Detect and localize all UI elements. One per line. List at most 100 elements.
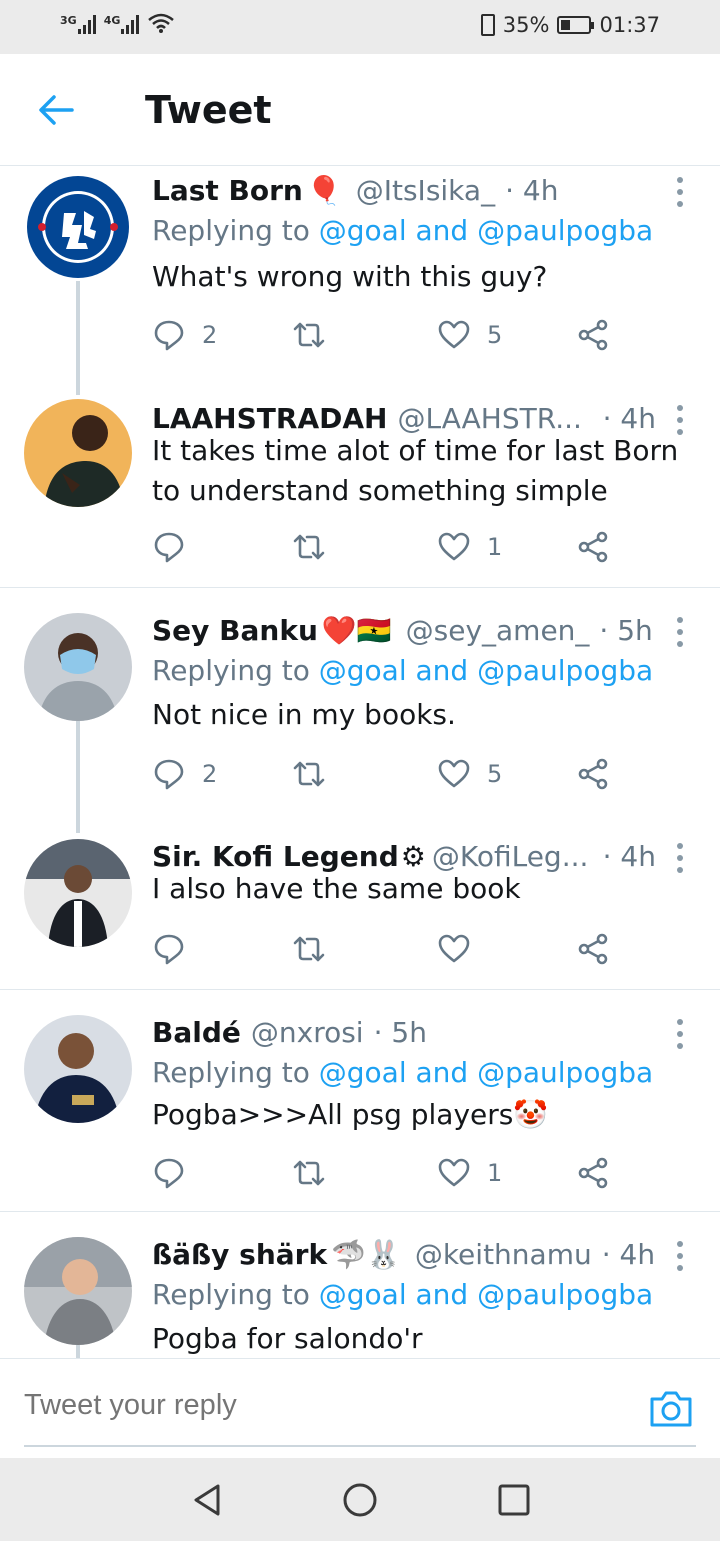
reply-button[interactable] <box>152 527 202 567</box>
battery-percent: 35% <box>502 13 550 37</box>
reply-feed[interactable]: Last Born 🎈 @ItsIsika_ · 4h Replying to … <box>0 167 720 1358</box>
tweet-text: Pogba>>>All psg players🤡 <box>152 1098 549 1131</box>
chelsea-crest-icon <box>24 173 132 281</box>
camera-icon[interactable] <box>648 1387 694 1429</box>
avatar[interactable] <box>24 839 132 947</box>
reply-count: 2 <box>202 321 218 349</box>
avatar[interactable] <box>24 1237 132 1345</box>
display-name[interactable]: Last Born <box>152 173 303 209</box>
share-icon <box>578 1157 608 1189</box>
replying-to-prefix: Replying to <box>152 214 310 247</box>
user-photo-icon <box>24 613 132 721</box>
retweet-button[interactable] <box>292 929 342 969</box>
reply-icon <box>154 1158 184 1189</box>
share-button[interactable] <box>576 527 610 567</box>
tweet-card[interactable]: Last Born 🎈 @ItsIsika_ · 4h Replying to … <box>0 167 720 395</box>
input-underline <box>24 1445 696 1447</box>
more-options-icon[interactable] <box>672 1241 688 1271</box>
replying-to-prefix: Replying to <box>152 1278 310 1311</box>
signal-bars-icon <box>121 14 140 34</box>
heart-icon <box>438 532 470 561</box>
replying-to-mentions[interactable]: @goal and @paulpogba <box>319 1056 653 1089</box>
replying-to-mentions[interactable]: @goal and @paulpogba <box>319 654 653 687</box>
like-button[interactable]: 5 <box>437 754 502 794</box>
avatar[interactable] <box>24 1015 132 1123</box>
display-name[interactable]: Baldé <box>152 1015 241 1051</box>
retweet-icon <box>293 322 325 348</box>
like-button[interactable] <box>437 929 487 969</box>
tweet-card[interactable]: ßäßy shärk 🦈🐰 @keithnamu · 4h Replying t… <box>0 1231 720 1358</box>
signal-4g: 4G <box>104 14 140 34</box>
retweet-button[interactable] <box>292 1153 342 1193</box>
reply-button[interactable]: 2 <box>152 315 217 355</box>
avatar[interactable] <box>24 399 132 507</box>
more-options-icon[interactable] <box>672 1019 688 1049</box>
retweet-icon <box>293 761 325 787</box>
replying-to-mentions[interactable]: @goal and @paulpogba <box>319 1278 653 1311</box>
user-photo-icon <box>24 1237 132 1345</box>
more-options-icon[interactable] <box>672 617 688 647</box>
reply-input[interactable] <box>24 1389 644 1422</box>
tweet-card[interactable]: LAAHSTRADAH @LAAHSTR... · 4h It takes ti… <box>0 395 720 587</box>
like-count: 1 <box>487 533 503 561</box>
timestamp: · 5h <box>599 614 653 647</box>
display-name[interactable]: ßäßy shärk <box>152 1237 327 1273</box>
wifi-icon <box>148 13 175 33</box>
reply-button[interactable] <box>152 929 202 969</box>
circle-home-icon[interactable] <box>340 1480 380 1520</box>
tweet-header: Baldé @nxrosi · 5h <box>152 1015 656 1051</box>
thread-connector <box>76 721 80 833</box>
replying-to: Replying to @goal and @paulpogba <box>152 1277 653 1313</box>
user-photo-icon <box>24 399 132 507</box>
arrow-left-icon[interactable] <box>36 92 76 128</box>
timestamp: · 4h <box>601 1238 656 1271</box>
more-options-icon[interactable] <box>672 177 688 207</box>
status-bar: 3G 4G 35% 01:37 <box>0 0 720 54</box>
reply-button[interactable]: 2 <box>152 754 217 794</box>
name-emoji: 🎈 <box>306 174 342 207</box>
share-button[interactable] <box>576 754 610 794</box>
avatar[interactable] <box>24 173 132 281</box>
share-button[interactable] <box>576 1153 610 1193</box>
tweet-header: Last Born 🎈 @ItsIsika_ · 4h <box>152 173 656 209</box>
avatar[interactable] <box>24 613 132 721</box>
battery-icon <box>557 16 595 34</box>
user-handle: @ItsIsika_ <box>355 174 496 207</box>
display-name[interactable]: Sey Banku <box>152 613 318 649</box>
like-button[interactable]: 1 <box>437 527 502 567</box>
user-handle: @keithnamu <box>414 1238 592 1271</box>
retweet-button[interactable] <box>292 315 342 355</box>
triangle-back-icon[interactable] <box>188 1480 228 1520</box>
like-button[interactable]: 1 <box>437 1153 502 1193</box>
tweet-actions <box>152 929 632 969</box>
user-handle: @nxrosi <box>250 1016 364 1049</box>
share-icon <box>578 933 608 965</box>
retweet-button[interactable] <box>292 527 342 567</box>
timestamp: · 4h <box>505 174 559 207</box>
tweet-text: Not nice in my books. <box>152 698 456 731</box>
share-button[interactable] <box>576 929 610 969</box>
like-count: 5 <box>487 321 503 349</box>
reply-composer <box>0 1358 720 1458</box>
like-button[interactable]: 5 <box>437 315 502 355</box>
retweet-icon <box>293 1160 325 1186</box>
replying-to-mentions[interactable]: @goal and @paulpogba <box>319 214 653 247</box>
reply-count: 2 <box>202 760 218 788</box>
reply-button[interactable] <box>152 1153 202 1193</box>
tweet-actions: 1 <box>152 1153 632 1193</box>
tweet-card[interactable]: Sir. Kofi Legend ⚙ @KofiLeg... · 4h I al… <box>0 833 720 989</box>
system-nav-bar <box>0 1458 720 1541</box>
tweet-card[interactable]: Baldé @nxrosi · 5h Replying to @goal and… <box>0 1009 720 1211</box>
replying-to-prefix: Replying to <box>152 1056 310 1089</box>
signal-3g: 3G <box>60 14 96 34</box>
heart-icon <box>438 934 470 963</box>
retweet-button[interactable] <box>292 754 342 794</box>
share-button[interactable] <box>576 315 610 355</box>
tweet-card[interactable]: Sey Banku ❤️🇬🇭 @sey_amen_ · 5h Replying … <box>0 607 720 833</box>
clock: 01:37 <box>599 13 660 37</box>
tweet-header: ßäßy shärk 🦈🐰 @keithnamu · 4h <box>152 1237 656 1273</box>
square-recents-icon[interactable] <box>494 1480 534 1520</box>
network-type-label: 4G <box>103 14 121 27</box>
page-title: Tweet <box>145 88 272 132</box>
tweet-header: Sey Banku ❤️🇬🇭 @sey_amen_ · 5h <box>152 613 656 649</box>
